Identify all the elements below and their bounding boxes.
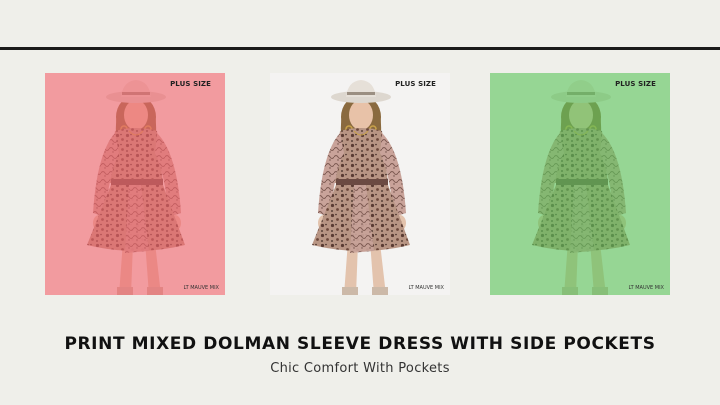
model-photo xyxy=(270,73,450,295)
model-photo xyxy=(490,73,670,295)
color-label: LT MAUVE MIX xyxy=(183,285,219,291)
product-title: PRINT MIXED DOLMAN SLEEVE DRESS WITH SID… xyxy=(64,334,656,354)
product-image-2[interactable]: PLUS SIZE LT MAUVE MIX xyxy=(270,73,450,295)
product-image-1[interactable]: PLUS SIZE LT MAUVE MIX xyxy=(45,73,225,295)
color-label: LT MAUVE MIX xyxy=(628,285,664,291)
top-divider xyxy=(0,47,720,50)
product-image-3[interactable]: PLUS SIZE LT MAUVE MIX xyxy=(490,73,670,295)
plus-size-badge: PLUS SIZE xyxy=(615,80,656,88)
model-photo xyxy=(45,73,225,295)
plus-size-badge: PLUS SIZE xyxy=(395,80,436,88)
color-label: LT MAUVE MIX xyxy=(408,285,444,291)
product-subtitle: Chic Comfort With Pockets xyxy=(270,361,450,376)
plus-size-badge: PLUS SIZE xyxy=(170,80,211,88)
